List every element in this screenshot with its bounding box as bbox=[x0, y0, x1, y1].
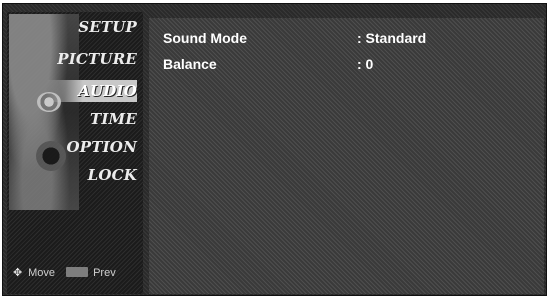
balance-value[interactable]: : 0 bbox=[357, 56, 373, 72]
balance-row[interactable]: Balance : 0 bbox=[149, 52, 544, 76]
menu-item-option[interactable]: OPTION bbox=[47, 136, 137, 158]
menu-item-audio[interactable]: AUDIO bbox=[47, 80, 137, 102]
exit-key-icon bbox=[66, 267, 89, 277]
balance-label: Balance bbox=[163, 56, 217, 72]
menu-item-lock[interactable]: LOCK bbox=[47, 164, 137, 186]
sound-mode-row[interactable]: Sound Mode : Standard bbox=[149, 26, 544, 50]
osd-frame: SETUP PICTURE AUDIO TIME OPTION LOCK ✥ M… bbox=[2, 3, 547, 296]
sound-mode-value[interactable]: : Standard bbox=[357, 30, 426, 46]
audio-settings-panel: Sound Mode : Standard Balance : 0 bbox=[149, 18, 544, 294]
four-way-arrow-icon: ✥ bbox=[13, 267, 23, 279]
menu-item-setup[interactable]: SETUP bbox=[47, 16, 137, 38]
menu-item-picture[interactable]: PICTURE bbox=[47, 48, 137, 70]
prev-help-label: Prev bbox=[93, 267, 116, 279]
sound-mode-label: Sound Mode bbox=[163, 30, 247, 46]
tv-screen: SETUP PICTURE AUDIO TIME OPTION LOCK ✥ M… bbox=[0, 0, 549, 298]
menu-item-time[interactable]: TIME bbox=[47, 108, 137, 130]
navigation-help: ✥ Move Prev bbox=[13, 266, 141, 280]
main-menu-sidebar: SETUP PICTURE AUDIO TIME OPTION LOCK ✥ M… bbox=[7, 12, 143, 294]
move-help-label: Move bbox=[28, 267, 55, 279]
